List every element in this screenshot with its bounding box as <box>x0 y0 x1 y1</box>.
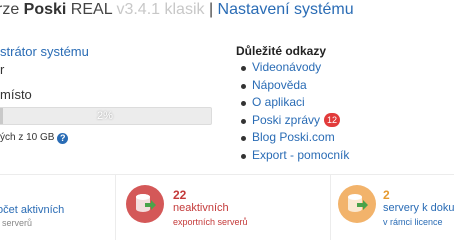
user-name: r <box>0 62 5 77</box>
link-videonavody[interactable]: Videonávody <box>252 60 321 74</box>
link-o-aplikaci[interactable]: O aplikaci <box>252 95 305 109</box>
title-prefix: rze <box>0 1 20 18</box>
news-count-badge: 12 <box>324 112 341 127</box>
page-header: rze Poski REAL v3.4.1 klasik | Nastavení… <box>0 0 454 30</box>
links-list: Videonávody Nápověda O aplikaci Poski zp… <box>236 59 454 164</box>
list-item: Blog Poski.com <box>236 129 454 147</box>
active-servers-sublabel: serverů <box>2 218 33 228</box>
version-label: v3.4.1 klasik <box>116 1 205 18</box>
role-link[interactable]: strátor systému <box>0 44 89 59</box>
list-item: Nápověda <box>236 77 454 95</box>
link-poski-zpravy[interactable]: Poski zprávy <box>252 113 320 127</box>
database-arrow-icon <box>126 185 164 223</box>
list-item: Export - pomocník <box>236 147 454 165</box>
help-icon[interactable]: ? <box>57 133 69 144</box>
title-separator: | <box>204 1 218 18</box>
important-links: Důležité odkazy Videonávody Nápověda O a… <box>236 44 454 164</box>
active-servers-label: očet aktivních <box>0 204 65 216</box>
brand-name: Poski <box>23 1 67 18</box>
server-stats: očet aktivních serverů 22 neaktivních ex… <box>0 174 454 240</box>
disk-usage-text: ých z 10 GB ? <box>0 132 69 144</box>
usage-label: ých z 10 GB <box>0 132 55 143</box>
link-export-pomocnik[interactable]: Export - pomocník <box>252 148 349 162</box>
progress-percent: 2% <box>97 110 113 122</box>
link-napoveda[interactable]: Nápověda <box>252 78 307 92</box>
license-servers-label: servery k doku <box>383 202 454 214</box>
settings-link[interactable]: Nastavení systému <box>218 1 354 18</box>
disk-usage-progress: 2% <box>0 107 212 125</box>
list-item: Poski zprávy 12 <box>236 112 454 130</box>
link-blog[interactable]: Blog Poski.com <box>252 130 335 144</box>
inactive-servers-label: neaktivních <box>173 202 229 214</box>
inactive-servers-count: 22 <box>173 188 187 202</box>
page-title: rze Poski REAL v3.4.1 klasik | Nastavení… <box>0 1 354 19</box>
product-name: REAL <box>66 1 117 18</box>
list-item: O aplikaci <box>236 94 454 112</box>
license-servers-count: 2 <box>383 188 390 202</box>
license-servers-tile[interactable]: 2 servery k doku v rámci licence <box>330 175 454 240</box>
database-arrow-icon <box>338 185 376 223</box>
inactive-servers-sublabel: exportních serverů <box>173 217 248 227</box>
links-heading: Důležité odkazy <box>236 44 327 58</box>
license-servers-sublabel: v rámci licence <box>383 217 443 227</box>
active-servers-tile[interactable]: očet aktivních serverů <box>0 175 110 240</box>
disk-space-label: místo <box>0 87 32 102</box>
inactive-servers-tile[interactable]: 22 neaktivních exportních serverů <box>115 175 330 240</box>
list-item: Videonávody <box>236 59 454 77</box>
